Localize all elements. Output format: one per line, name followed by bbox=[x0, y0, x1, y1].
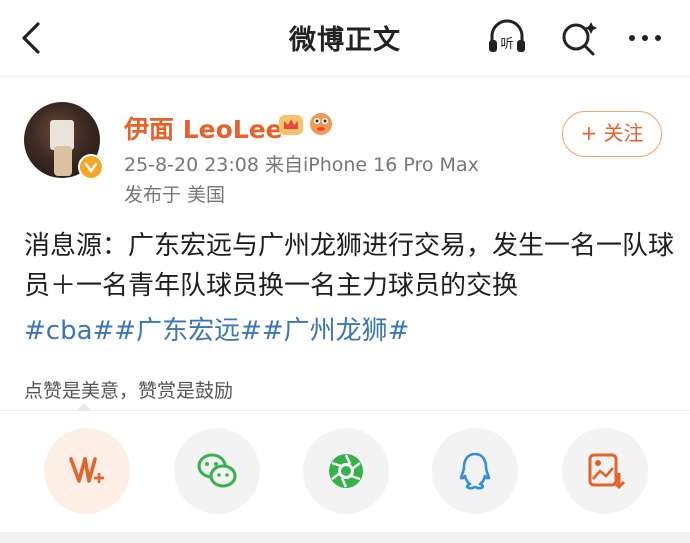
share-wechat-button[interactable] bbox=[174, 428, 260, 514]
share-moments-button[interactable] bbox=[303, 428, 389, 514]
save-image-icon bbox=[588, 453, 626, 490]
verified-badge-icon bbox=[78, 154, 104, 180]
headphones-listen-icon[interactable]: 听 bbox=[486, 16, 528, 58]
post-meta: 25-8-20 23:08 来自iPhone 16 Pro Max bbox=[124, 154, 479, 176]
reward-icon bbox=[69, 457, 104, 483]
qq-icon bbox=[459, 452, 491, 490]
username[interactable]: 伊面 LeoLee bbox=[124, 110, 283, 146]
share-divider bbox=[0, 410, 690, 411]
svg-text:听: 听 bbox=[500, 37, 513, 52]
follow-button[interactable]: + 关注 bbox=[562, 111, 662, 157]
post-body: 消息源：广东宏远与广州龙狮进行交易，发生一名一队球员＋一名青年队球员换一名主力球… bbox=[24, 231, 675, 301]
top-nav: 微博正文 听 bbox=[0, 0, 690, 76]
save-image-button[interactable] bbox=[562, 428, 648, 514]
post-location: 发布于 美国 bbox=[124, 184, 226, 206]
crown-badge-icon bbox=[279, 115, 303, 135]
wechat-icon bbox=[197, 453, 237, 488]
post-hashtags[interactable]: #cba##广东宏远##广州龙狮# bbox=[24, 310, 409, 347]
share-qq-button[interactable] bbox=[432, 428, 518, 514]
moments-icon bbox=[329, 454, 363, 488]
reward-label: 点赞是美意，赞赏是鼓励 bbox=[24, 380, 234, 402]
fish-emoji-icon bbox=[310, 113, 332, 135]
more-icon[interactable] bbox=[624, 16, 666, 58]
bottom-edge bbox=[0, 532, 690, 543]
search-icon[interactable] bbox=[558, 16, 600, 58]
reward-button[interactable] bbox=[44, 428, 130, 514]
nav-divider bbox=[0, 76, 690, 77]
